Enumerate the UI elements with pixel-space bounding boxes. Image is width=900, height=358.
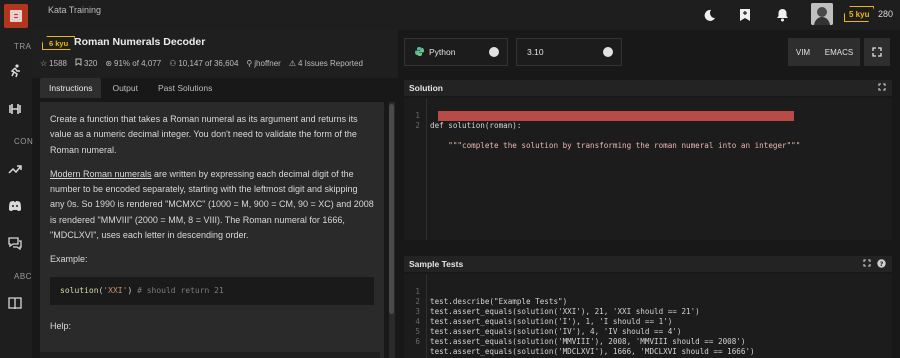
trending-icon[interactable] xyxy=(6,160,24,178)
vim-mode-button[interactable]: VIM xyxy=(788,38,818,66)
kata-header: 6 kyu Roman Numerals Decoder ✓ ☆ 1588 32… xyxy=(32,30,398,78)
fullscreen-icon[interactable] xyxy=(864,38,890,66)
satisfaction-icon: ⊛ xyxy=(105,58,113,68)
tab-instructions[interactable]: Instructions xyxy=(40,78,102,98)
solution-line-2-code: """complete the solution by transforming… xyxy=(430,141,801,150)
kata-stats: ☆ 1588 320 ⊛ 91% of 4,077 ⚇ 10,147 of 36… xyxy=(40,58,363,68)
version-select[interactable]: 3.10 xyxy=(516,38,622,66)
test-line-3: 3 test.assert_equals(solution('I'), 1, '… xyxy=(404,297,892,326)
author-name: jhoffner xyxy=(254,58,281,68)
breadcrumb[interactable]: Kata Training xyxy=(48,5,101,15)
avatar[interactable] xyxy=(811,3,833,25)
tab-output[interactable]: Output xyxy=(103,78,147,98)
bookmark-icon[interactable] xyxy=(736,6,754,24)
example-comment: # should return 21 xyxy=(137,286,224,296)
python-icon xyxy=(415,46,424,58)
tests-panel-header: Sample Tests ? xyxy=(404,256,892,272)
tab-past-solutions[interactable]: Past Solutions xyxy=(149,78,221,98)
warning-icon: ⚠ xyxy=(288,58,296,68)
completed-value: 10,147 of 36,604 xyxy=(178,58,239,68)
solution-panel-header: Solution xyxy=(404,80,892,96)
honor-count: 280 xyxy=(878,9,894,19)
help-icon[interactable]: ? xyxy=(877,259,886,270)
user-icon: ⚲ xyxy=(246,58,253,68)
language-value: Python xyxy=(429,47,456,57)
instructions-bottom-edge xyxy=(40,352,380,358)
instructions-paragraph-1: Create a function that takes a Roman num… xyxy=(50,114,358,155)
test-line-6: 6 test.assert_equals(solution('MDCLXVI')… xyxy=(404,327,892,356)
instructions-scroll-thumb[interactable] xyxy=(389,104,394,314)
test-line-2: 2 test.assert_equals(solution('XXI'), 21… xyxy=(404,287,892,316)
help-label: Help: xyxy=(50,320,72,331)
solution-editor[interactable]: 1 def solution(roman): 2 """complete the… xyxy=(404,98,892,240)
test-line-4: 4 test.assert_equals(solution('IV'), 4, … xyxy=(404,307,892,336)
rail-section-docs: ABC xyxy=(14,272,32,281)
example-arg: 'XXI' xyxy=(103,286,128,296)
test-line-5-code: test.assert_equals(solution('MMVIII'), 2… xyxy=(430,337,746,346)
top-bar: Kata Training 5 kyu 280 xyxy=(32,0,900,30)
example-label: Example: xyxy=(50,254,88,265)
people-icon: ⚇ xyxy=(169,58,177,68)
chevron-down-icon xyxy=(489,47,499,57)
issues-count: 4 Issues Reported xyxy=(298,58,363,68)
kata-rank-badge: 6 kyu xyxy=(42,36,75,50)
running-icon[interactable] xyxy=(6,62,24,80)
stars-stat[interactable]: ☆ 1588 xyxy=(40,58,67,68)
discord-icon[interactable] xyxy=(6,197,24,215)
check-icon: ✓ xyxy=(186,36,194,46)
moon-icon[interactable] xyxy=(700,6,718,24)
example-code-block: solution('XXI') # should return 21 xyxy=(50,276,374,305)
satisfaction-value: 91% of 4,077 xyxy=(114,58,162,68)
expand-icon[interactable] xyxy=(863,259,871,270)
language-select[interactable]: Python xyxy=(404,38,508,66)
emacs-mode-button[interactable]: EMACS xyxy=(818,38,860,66)
book-icon[interactable] xyxy=(6,294,24,312)
user-rank-badge[interactable]: 5 kyu xyxy=(844,6,874,22)
app-root: TRA CON ABC Kata Training 5 kyu 280 6 ky… xyxy=(0,0,900,358)
rail-section-community: CON xyxy=(14,137,34,146)
instructions-panel: Create a function that takes a Roman num… xyxy=(40,102,384,358)
solution-panel-icons xyxy=(878,83,886,93)
tests-editor[interactable]: 1 test.describe("Example Tests") 2 test.… xyxy=(404,274,892,358)
satisfaction-stat: ⊛ 91% of 4,077 xyxy=(105,58,161,68)
example-fn: solution xyxy=(60,286,99,296)
tests-title: Sample Tests xyxy=(409,259,464,269)
bookmark-outline-icon xyxy=(75,58,82,68)
collections-stat[interactable]: 320 xyxy=(75,58,97,68)
star-icon: ☆ xyxy=(40,58,48,68)
dumbbell-icon[interactable] xyxy=(6,100,24,118)
solution-line-1: 1 def solution(roman): xyxy=(404,101,892,130)
instructions-paragraph-2-text: are written by expressing each decimal d… xyxy=(50,168,374,241)
svg-text:?: ? xyxy=(880,260,884,268)
roman-numerals-link[interactable]: Modern Roman numerals xyxy=(50,169,152,179)
line-number: 2 xyxy=(415,121,420,130)
solution-line-1-code: def solution(roman): xyxy=(430,121,522,130)
author-stat[interactable]: ⚲ jhoffner xyxy=(246,58,280,68)
rail-section-training: TRA xyxy=(14,42,32,51)
solution-line-2: 2 """complete the solution by transformi… xyxy=(404,111,892,150)
stars-count: 1588 xyxy=(49,58,67,68)
test-line-5: 5 test.assert_equals(solution('MMVIII'),… xyxy=(404,317,892,346)
codewars-logo-icon[interactable] xyxy=(4,4,28,28)
left-nav-rail: TRA CON ABC xyxy=(0,0,34,358)
bell-icon[interactable] xyxy=(773,6,791,24)
completed-stat: ⚇ 10,147 of 36,604 xyxy=(169,58,238,68)
chat-icon[interactable] xyxy=(6,234,24,252)
solution-title: Solution xyxy=(409,83,443,93)
instructions-paragraph-2: Modern Roman numerals are written by exp… xyxy=(50,167,374,243)
collections-count: 320 xyxy=(83,58,98,68)
chevron-down-icon xyxy=(603,47,613,57)
instruction-tabs: Instructions Output Past Solutions xyxy=(40,78,394,98)
issues-stat[interactable]: ⚠ 4 Issues Reported xyxy=(289,58,363,68)
expand-icon[interactable] xyxy=(878,83,886,93)
test-line-1: 1 test.describe("Example Tests") xyxy=(404,277,892,306)
line-number: 6 xyxy=(415,337,420,346)
version-value: 3.10 xyxy=(527,47,544,57)
error-highlight xyxy=(438,111,794,121)
tests-panel-icons: ? xyxy=(863,259,886,270)
test-line-6-code: test.assert_equals(solution('MDCLXVI'), … xyxy=(430,347,755,356)
editor-toolbar: Python 3.10 VIM EMACS xyxy=(404,38,892,66)
